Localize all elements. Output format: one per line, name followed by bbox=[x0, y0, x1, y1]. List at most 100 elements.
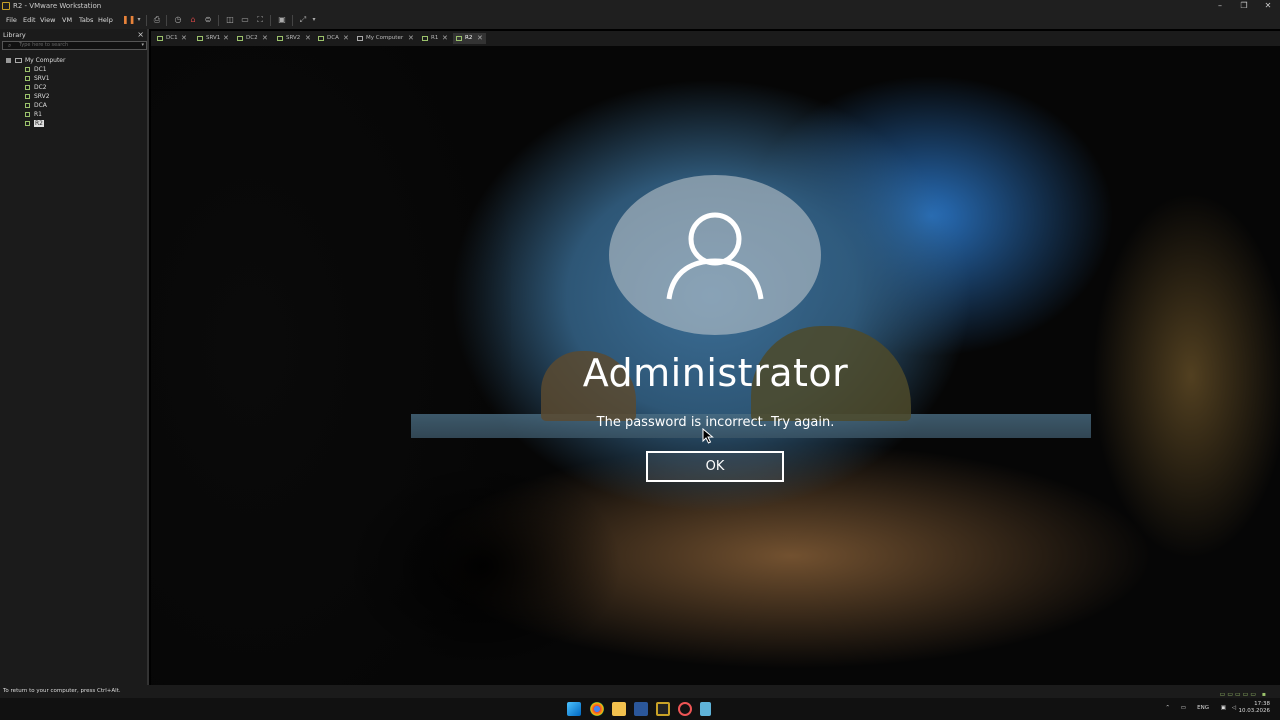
snapshot-icon[interactable]: ◷ bbox=[173, 15, 183, 25]
restore-button[interactable]: ❐ bbox=[1232, 0, 1256, 12]
tab-dc2[interactable]: DC2 ✕ bbox=[234, 33, 272, 44]
tab-close-icon[interactable]: ✕ bbox=[442, 33, 448, 44]
chevron-down-icon[interactable]: ▾ bbox=[141, 42, 144, 49]
menu-help[interactable]: Help bbox=[98, 16, 113, 24]
tab-close-icon[interactable]: ✕ bbox=[262, 33, 268, 44]
user-icon bbox=[666, 212, 764, 300]
toolbar-separator bbox=[146, 15, 147, 26]
revert-snapshot-icon[interactable]: ⌂ bbox=[188, 15, 198, 25]
notepad-icon[interactable] bbox=[700, 702, 711, 716]
menu-tabs[interactable]: Tabs bbox=[79, 16, 93, 24]
user-avatar bbox=[609, 175, 821, 335]
clock[interactable]: 17:38 10.03.2026 bbox=[1239, 701, 1271, 715]
vm-icon bbox=[197, 36, 203, 41]
tab-close-icon[interactable]: ✕ bbox=[477, 33, 483, 44]
title-bar: R2 - VMware Workstation – ❐ ✕ bbox=[0, 0, 1280, 12]
ok-button[interactable]: OK bbox=[646, 451, 784, 482]
vm-icon bbox=[25, 94, 30, 99]
vm-icon bbox=[25, 85, 30, 90]
network-icon[interactable]: ▣ bbox=[1221, 705, 1226, 711]
volume-icon[interactable]: ◁ bbox=[1232, 705, 1236, 711]
collapse-icon[interactable] bbox=[6, 58, 11, 63]
tree-item-srv2[interactable]: SRV2 bbox=[25, 93, 50, 101]
search-icon: ⌕ bbox=[8, 42, 12, 49]
tab-r2[interactable]: R2 ✕ bbox=[453, 33, 486, 44]
vm-icon bbox=[25, 76, 30, 81]
snapshot-manager-icon[interactable]: ⊜ bbox=[203, 15, 213, 25]
show-library-icon[interactable]: ◫ bbox=[225, 15, 235, 25]
chevron-up-icon[interactable]: ⌃ bbox=[1165, 705, 1170, 711]
close-button[interactable]: ✕ bbox=[1256, 0, 1280, 12]
tab-close-icon[interactable]: ✕ bbox=[305, 33, 311, 44]
tab-dc1[interactable]: DC1 ✕ bbox=[154, 33, 190, 44]
vmware-app-icon bbox=[2, 2, 10, 10]
vm-icon bbox=[277, 36, 283, 41]
tree-item-dca[interactable]: DCA bbox=[25, 102, 47, 110]
toolbar-separator bbox=[166, 15, 167, 26]
console-view-icon[interactable]: ▣ bbox=[277, 15, 287, 25]
vmware-taskbar-icon[interactable] bbox=[656, 702, 670, 716]
tab-dca[interactable]: DCA ✕ bbox=[315, 33, 353, 44]
tab-srv2[interactable]: SRV2 ✕ bbox=[274, 33, 314, 44]
app-icon[interactable] bbox=[678, 702, 692, 716]
menu-bar: File Edit View VM Tabs Help ❚❚ ▾ ⎙ ◷ ⌂ ⊜… bbox=[0, 12, 1280, 29]
library-search-input[interactable]: ⌕ Type here to search ▾ bbox=[2, 41, 147, 50]
tab-close-icon[interactable]: ✕ bbox=[343, 33, 349, 44]
vm-icon bbox=[237, 36, 243, 41]
vm-console[interactable]: Administrator The password is incorrect.… bbox=[151, 46, 1280, 685]
window-title: R2 - VMware Workstation bbox=[13, 2, 102, 10]
thumbnail-bar-icon[interactable]: ▭ bbox=[240, 15, 250, 25]
tab-srv1[interactable]: SRV1 ✕ bbox=[194, 33, 232, 44]
file-explorer-icon[interactable] bbox=[612, 702, 626, 716]
send-ctrl-alt-del-icon[interactable]: ⎙ bbox=[152, 15, 162, 25]
computer-icon bbox=[15, 58, 22, 63]
toolbar-separator bbox=[218, 15, 219, 26]
vm-tab-bar: DC1 ✕ SRV1 ✕ DC2 ✕ SRV2 ✕ DCA ✕ My Computer ✕ … bbox=[151, 31, 1280, 46]
tab-close-icon[interactable]: ✕ bbox=[408, 33, 414, 44]
network-adapter-icon[interactable]: ▭ bbox=[1181, 705, 1186, 711]
search-placeholder: Type here to search bbox=[19, 42, 69, 48]
menu-vm[interactable]: VM bbox=[62, 16, 72, 24]
language-indicator[interactable]: ENG bbox=[1197, 705, 1209, 711]
menu-view[interactable]: View bbox=[40, 16, 55, 24]
vm-icon bbox=[318, 36, 324, 41]
full-screen-icon[interactable]: ⛶ bbox=[255, 15, 265, 25]
stretch-dropdown-icon[interactable]: ▾ bbox=[309, 15, 319, 25]
stretch-guest-icon[interactable]: ⤢ bbox=[298, 15, 308, 25]
vm-icon bbox=[25, 112, 30, 117]
login-username: Administrator bbox=[582, 351, 849, 395]
tree-item-dc2[interactable]: DC2 bbox=[25, 84, 47, 92]
chrome-icon[interactable] bbox=[590, 702, 604, 716]
word-icon[interactable] bbox=[634, 702, 648, 716]
menu-edit[interactable]: Edit bbox=[23, 16, 36, 24]
library-close-button[interactable]: × bbox=[137, 30, 144, 39]
tree-item-r2[interactable]: R2 bbox=[25, 120, 44, 128]
tab-r1[interactable]: R1 ✕ bbox=[419, 33, 451, 44]
status-text: To return to your computer, press Ctrl+A… bbox=[3, 688, 121, 694]
toolbar-separator bbox=[292, 15, 293, 26]
tab-close-icon[interactable]: ✕ bbox=[223, 33, 229, 44]
vm-icon bbox=[25, 103, 30, 108]
windows-taskbar: ⌃ ▭ ENG ▣ ◁ 17:38 10.03.2026 bbox=[0, 698, 1280, 720]
minimize-button[interactable]: – bbox=[1208, 0, 1232, 12]
toolbar-separator bbox=[270, 15, 271, 26]
tree-root-my-computer[interactable]: My Computer bbox=[6, 57, 65, 65]
tree-root-label: My Computer bbox=[25, 57, 66, 64]
mouse-cursor-icon bbox=[702, 428, 714, 444]
status-bar: To return to your computer, press Ctrl+A… bbox=[0, 685, 1280, 698]
dropdown-icon[interactable]: ▾ bbox=[134, 15, 144, 25]
vm-icon bbox=[157, 36, 163, 41]
library-header: Library bbox=[3, 31, 26, 39]
library-panel: Library × ⌕ Type here to search ▾ My Com… bbox=[0, 29, 149, 685]
menu-file[interactable]: File bbox=[6, 16, 17, 24]
pause-icon[interactable]: ❚❚ bbox=[122, 15, 135, 25]
vm-icon bbox=[25, 121, 30, 126]
tree-item-dc1[interactable]: DC1 bbox=[25, 66, 47, 74]
login-error-message: The password is incorrect. Try again. bbox=[596, 415, 835, 430]
tab-my-computer[interactable]: My Computer ✕ bbox=[354, 33, 417, 44]
vm-icon bbox=[456, 36, 462, 41]
tab-close-icon[interactable]: ✕ bbox=[181, 33, 187, 44]
tree-item-srv1[interactable]: SRV1 bbox=[25, 75, 50, 83]
tree-item-r1[interactable]: R1 bbox=[25, 111, 42, 119]
windows-start-icon[interactable] bbox=[567, 702, 581, 716]
